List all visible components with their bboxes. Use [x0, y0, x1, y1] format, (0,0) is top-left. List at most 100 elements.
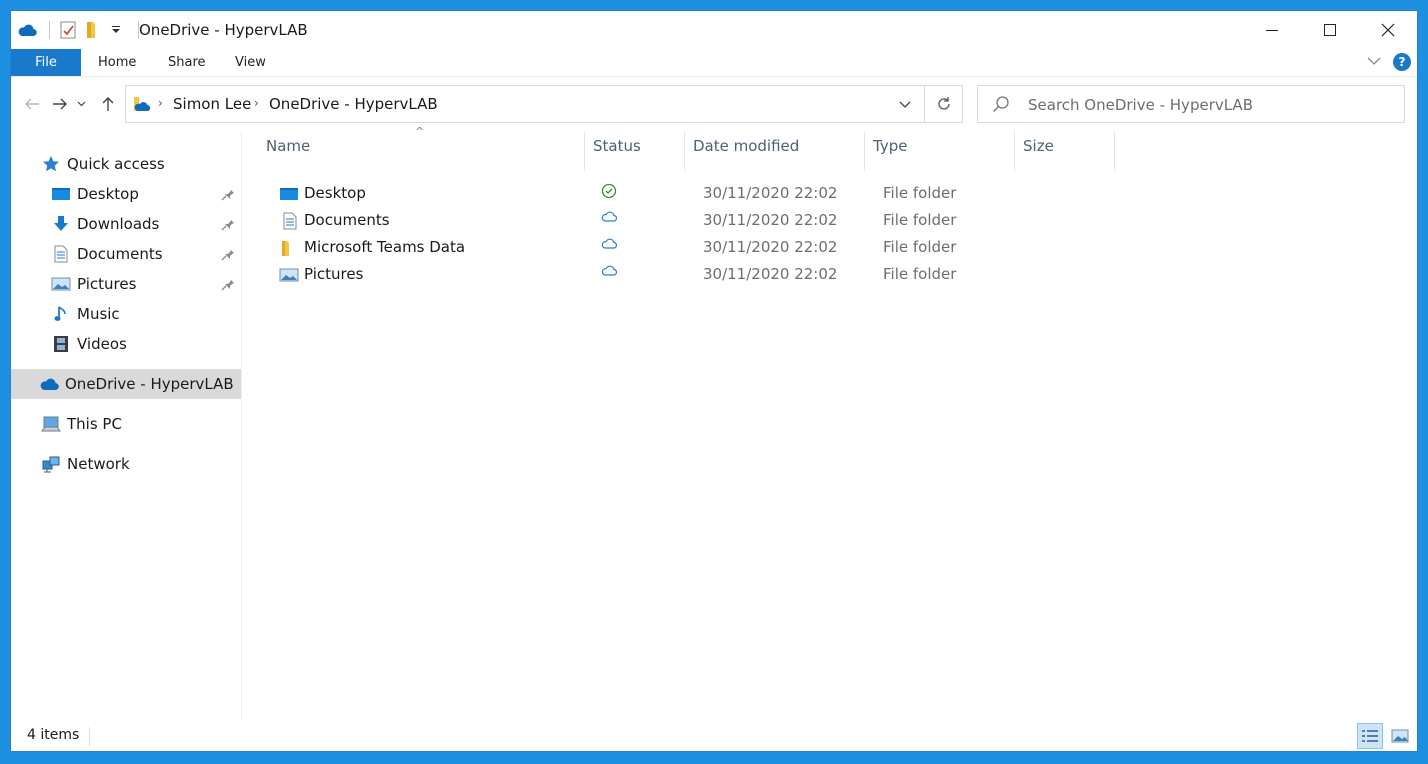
- ribbon-tabs: File Home Share View ?: [11, 49, 1417, 77]
- large-icons-view-button[interactable]: [1387, 723, 1413, 749]
- nav-downloads[interactable]: Downloads: [51, 209, 241, 239]
- star-icon: [41, 154, 61, 174]
- chevron-down-icon: [77, 101, 85, 107]
- breadcrumb-separator[interactable]: ›: [254, 96, 259, 110]
- pin-icon[interactable]: [221, 217, 235, 231]
- file-row-teams-data[interactable]: Microsoft Teams Data 30/11/2020 22:02 Fi…: [243, 234, 1243, 261]
- item-count: 4 items: [27, 727, 80, 743]
- title-bar: OneDrive - HypervLAB: [11, 11, 1417, 49]
- nav-videos[interactable]: Videos: [51, 329, 127, 359]
- recent-locations-button[interactable]: [74, 93, 88, 115]
- address-dropdown-button[interactable]: [894, 94, 916, 116]
- nav-label: Quick access: [67, 155, 165, 173]
- pin-icon[interactable]: [221, 277, 235, 291]
- column-header-size[interactable]: Size: [1015, 131, 1115, 171]
- cloud-status-icon: [601, 238, 617, 249]
- status-bar: 4 items: [11, 721, 1417, 751]
- nav-onedrive[interactable]: OneDrive - HypervLAB: [11, 369, 241, 399]
- cloud-status-icon: [601, 265, 617, 276]
- details-view-button[interactable]: [1357, 723, 1383, 749]
- minimize-icon: [1266, 30, 1278, 31]
- file-date: 30/11/2020 22:02: [703, 265, 838, 283]
- nav-music[interactable]: Music: [51, 299, 120, 329]
- cloud-status-icon: [601, 211, 617, 222]
- folder-icon: [282, 241, 289, 256]
- refresh-icon: [937, 97, 950, 110]
- close-icon: [1381, 23, 1395, 37]
- expand-ribbon-icon[interactable]: [1367, 54, 1381, 70]
- nav-this-pc[interactable]: This PC: [41, 409, 122, 439]
- file-date: 30/11/2020 22:02: [703, 238, 838, 256]
- nav-label: OneDrive - HypervLAB: [65, 375, 234, 393]
- onedrive-cloud-icon: [39, 374, 59, 394]
- breadcrumb-separator[interactable]: ›: [158, 96, 163, 110]
- download-arrow-icon: [51, 214, 71, 234]
- tab-view[interactable]: View: [218, 49, 283, 76]
- properties-icon[interactable]: [58, 20, 78, 40]
- film-icon: [51, 334, 71, 354]
- file-name: Documents: [304, 211, 390, 229]
- tab-home[interactable]: Home: [81, 49, 153, 76]
- nav-label: This PC: [67, 415, 122, 433]
- status-separator: [89, 727, 90, 747]
- nav-label: Documents: [77, 245, 163, 263]
- file-list: ^ Name Status Date modified Type Size De…: [243, 125, 1417, 721]
- music-note-icon: [51, 304, 71, 324]
- nav-pictures[interactable]: Pictures: [51, 269, 241, 299]
- desktop-icon: [51, 184, 71, 204]
- nav-network[interactable]: Network: [41, 449, 130, 479]
- tab-file[interactable]: File: [11, 49, 81, 76]
- computer-icon: [41, 414, 61, 434]
- forward-arrow-icon: [53, 98, 67, 110]
- file-row-desktop[interactable]: Desktop 30/11/2020 22:02 File folder: [243, 180, 1243, 207]
- address-bar[interactable]: › Simon Lee › OneDrive - HypervLAB: [125, 85, 963, 123]
- search-input[interactable]: Search OneDrive - HypervLAB: [1028, 96, 1253, 114]
- nav-label: Downloads: [77, 215, 160, 233]
- nav-documents[interactable]: Documents: [51, 239, 241, 269]
- back-button[interactable]: [21, 93, 43, 115]
- onedrive-folder-icon: [132, 95, 151, 117]
- nav-label: Desktop: [77, 185, 139, 203]
- forward-button[interactable]: [49, 93, 71, 115]
- details-view-icon: [1362, 730, 1378, 742]
- refresh-button[interactable]: [924, 86, 962, 122]
- pin-icon[interactable]: [221, 187, 235, 201]
- column-header-date[interactable]: Date modified: [685, 131, 865, 171]
- up-button[interactable]: [97, 93, 119, 115]
- maximize-button[interactable]: [1301, 11, 1359, 49]
- large-icons-view-icon: [1391, 729, 1409, 743]
- search-box[interactable]: Search OneDrive - HypervLAB: [977, 85, 1405, 123]
- qat-customize-icon[interactable]: [106, 20, 126, 40]
- quick-access-toolbar: [17, 19, 147, 41]
- pin-icon[interactable]: [221, 247, 235, 261]
- help-icon[interactable]: ?: [1393, 53, 1411, 71]
- nav-desktop[interactable]: Desktop: [51, 179, 241, 209]
- column-header-type[interactable]: Type: [865, 131, 1015, 171]
- breadcrumb-user[interactable]: Simon Lee: [173, 95, 251, 113]
- documents-folder-icon: [283, 212, 297, 230]
- search-icon: [992, 95, 1010, 117]
- new-folder-icon[interactable]: [82, 20, 102, 40]
- onedrive-cloud-icon: [17, 20, 37, 40]
- column-header-name[interactable]: Name: [258, 131, 585, 171]
- tab-share[interactable]: Share: [151, 49, 223, 76]
- synced-check-icon: [601, 183, 617, 199]
- nav-label: Videos: [77, 335, 127, 353]
- minimize-button[interactable]: [1243, 11, 1301, 49]
- nav-label: Pictures: [77, 275, 137, 293]
- file-name: Microsoft Teams Data: [304, 238, 466, 256]
- nav-label: Music: [77, 305, 120, 323]
- nav-quick-access[interactable]: Quick access: [41, 149, 165, 179]
- breadcrumb-onedrive[interactable]: OneDrive - HypervLAB: [269, 95, 438, 113]
- file-row-documents[interactable]: Documents 30/11/2020 22:02 File folder: [243, 207, 1243, 234]
- navigation-pane: Quick access Desktop Downloads Documents: [11, 131, 242, 721]
- window-title: OneDrive - HypervLAB: [139, 21, 308, 39]
- file-row-pictures[interactable]: Pictures 30/11/2020 22:02 File folder: [243, 261, 1243, 288]
- maximize-icon: [1324, 24, 1336, 36]
- file-type: File folder: [883, 265, 957, 283]
- file-name: Desktop: [304, 184, 366, 202]
- desktop-folder-icon: [280, 188, 298, 200]
- column-header-status[interactable]: Status: [585, 131, 685, 171]
- file-type: File folder: [883, 211, 957, 229]
- close-button[interactable]: [1359, 11, 1417, 49]
